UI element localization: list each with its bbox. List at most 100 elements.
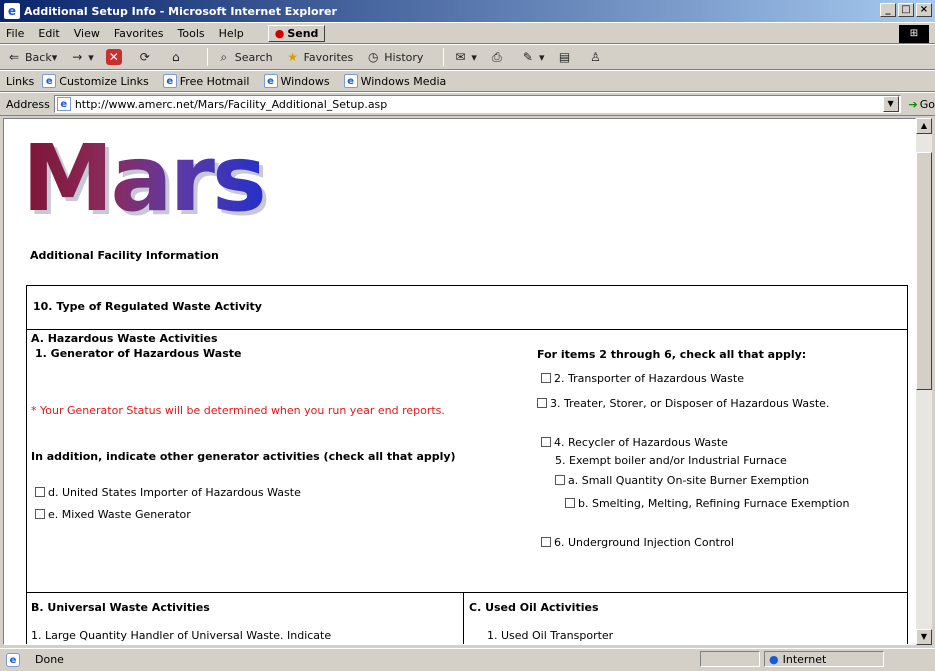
send-button[interactable]: ● Send [267, 24, 326, 42]
discuss-icon: ▤ [558, 50, 571, 64]
section-a-title: A. Hazardous Waste Activities [31, 332, 218, 345]
edit-button[interactable]: ✎ ▾ [520, 49, 545, 65]
status-panel [700, 651, 760, 667]
link-windows[interactable]: e Windows [263, 74, 330, 88]
forward-button[interactable]: → ▾ [69, 49, 94, 65]
status-page-icon: e [6, 652, 23, 667]
links-bar: Links e Customize Links e Free Hotmail e Wi… [0, 70, 935, 92]
address-url: http://www.amerc.net/Mars/Facility_Addit… [74, 97, 388, 111]
search-icon: ⌕ [220, 50, 228, 64]
history-button[interactable]: ◷ History [365, 49, 423, 65]
links-label: Links [6, 74, 35, 88]
home-button[interactable]: ⌂ [168, 49, 187, 65]
small-quantity-burner-checkbox[interactable] [555, 475, 565, 485]
address-label: Address [6, 97, 50, 111]
forward-arrow-icon: → [72, 50, 83, 64]
transporter-checkbox[interactable] [541, 373, 551, 383]
link-free-hotmail[interactable]: e Free Hotmail [162, 74, 250, 88]
print-icon: ⎙ [492, 50, 502, 64]
back-arrow-icon: ⇐ [8, 50, 20, 64]
importer-checkbox[interactable] [35, 487, 45, 497]
address-bar: Address e http://www.amerc.net/Mars/Faci… [0, 92, 935, 116]
mixed-waste-option[interactable]: e. Mixed Waste Generator [35, 508, 191, 521]
globe-icon: ● [769, 652, 779, 666]
link-customize-links[interactable]: e Customize Links [42, 74, 149, 88]
exempt-boiler-label: 5. Exempt boiler and/or Industrial Furna… [555, 454, 787, 467]
mars-logo: Mars [22, 125, 267, 232]
underground-injection-checkbox[interactable] [541, 537, 551, 547]
title-bar: e Additional Setup Info - Microsoft Inte… [0, 0, 935, 22]
column-divider [463, 593, 464, 644]
home-icon: ⌂ [171, 50, 180, 64]
favorites-icon: ★ [287, 50, 298, 64]
mixed-waste-checkbox[interactable] [35, 509, 45, 519]
smelting-checkbox[interactable] [565, 498, 575, 508]
generator-label: 1. Generator of Hazardous Waste [35, 347, 242, 360]
status-text: Done [35, 653, 64, 666]
tsd-checkbox[interactable] [537, 398, 547, 408]
ie-page-icon: e [42, 74, 57, 88]
favorites-button[interactable]: ★ Favorites [285, 49, 353, 65]
menu-help[interactable]: Help [219, 27, 244, 40]
section-b-title: B. Universal Waste Activities [31, 601, 210, 614]
section-a: A. Hazardous Waste Activities 1. Generat… [26, 329, 908, 593]
mail-button[interactable]: ✉ ▾ [452, 49, 477, 65]
close-button[interactable]: × [916, 3, 932, 17]
link-windows-media[interactable]: e Windows Media [343, 74, 446, 88]
menu-view[interactable]: View [74, 27, 100, 40]
security-zone: ● Internet [764, 651, 884, 667]
maximize-button[interactable]: □ [898, 3, 914, 17]
messenger-icon: ♙ [590, 50, 601, 64]
stop-icon: ✕ [105, 49, 122, 65]
smelting-option[interactable]: b. Smelting, Melting, Refining Furnace E… [537, 496, 897, 512]
generator-status-note: * Your Generator Status will be determin… [31, 404, 445, 417]
underground-injection-option[interactable]: 6. Underground Injection Control [541, 536, 734, 549]
address-dropdown-button[interactable]: ▼ [882, 96, 899, 112]
vertical-scrollbar[interactable]: ▲ ▼ [916, 118, 932, 645]
stop-button[interactable]: ✕ [105, 49, 125, 65]
mail-icon: ✉ [455, 50, 466, 64]
messenger-button[interactable]: ♙ [587, 49, 606, 65]
menu-edit[interactable]: Edit [38, 27, 59, 40]
search-button[interactable]: ⌕ Search [216, 49, 272, 65]
scroll-down-button[interactable]: ▼ [916, 629, 932, 645]
ie-page-icon: e [343, 74, 358, 88]
section-10-title: 10. Type of Regulated Waste Activity [33, 300, 262, 313]
refresh-button[interactable]: ⟳ [137, 49, 156, 65]
large-quantity-handler-label: 1. Large Quantity Handler of Universal W… [31, 629, 332, 642]
menu-file[interactable]: File [6, 27, 24, 40]
section-10-header: 10. Type of Regulated Waste Activity [26, 285, 908, 329]
menu-tools[interactable]: Tools [178, 27, 205, 40]
print-button[interactable]: ⎙ [489, 49, 508, 65]
ie-page-icon: e [162, 74, 177, 88]
standard-toolbar: ⇐ Back ▾ → ▾ ✕ ⟳ ⌂ ⌕ Search ★ Favorites ◷ Hi… [0, 44, 935, 70]
refresh-icon: ⟳ [139, 50, 150, 64]
importer-option[interactable]: d. United States Importer of Hazardous W… [35, 486, 301, 499]
scroll-up-button[interactable]: ▲ [916, 118, 932, 134]
go-arrow-icon: ➔ [908, 97, 918, 111]
scroll-thumb[interactable] [916, 152, 932, 390]
ie-page-icon: e [56, 97, 71, 111]
discuss-button[interactable]: ▤ [556, 49, 575, 65]
page-viewport: Mars Mars Additional Facility Informatio… [3, 118, 916, 645]
send-icon: ● [274, 26, 285, 40]
other-generator-activities-label: In addition, indicate other generator ac… [31, 450, 456, 463]
tsd-option[interactable]: 3. Treater, Storer, or Disposer of Hazar… [537, 396, 897, 412]
recycler-option[interactable]: 4. Recycler of Hazardous Waste [541, 436, 728, 449]
go-button[interactable]: ➔ Go [909, 98, 935, 111]
window-title: Additional Setup Info - Microsoft Intern… [24, 4, 337, 18]
menu-bar: File Edit View Favorites Tools Help ● Sen… [0, 22, 935, 44]
used-oil-transporter-label: 1. Used Oil Transporter [487, 629, 614, 642]
recycler-checkbox[interactable] [541, 437, 551, 447]
back-button[interactable]: ⇐ Back ▾ [6, 49, 57, 65]
page-subtitle: Additional Facility Information [30, 249, 219, 262]
status-bar: e Done ● Internet [0, 648, 935, 670]
items-2-6-header: For items 2 through 6, check all that ap… [537, 348, 807, 361]
menu-favorites[interactable]: Favorites [114, 27, 164, 40]
small-quantity-burner-option[interactable]: a. Small Quantity On-site Burner Exempti… [555, 474, 809, 487]
address-input[interactable]: e http://www.amerc.net/Mars/Facility_Add… [53, 95, 901, 113]
minimize-button[interactable]: _ [880, 3, 896, 17]
history-icon: ◷ [368, 50, 379, 64]
sections-b-c: B. Universal Waste Activities 1. Large Q… [26, 593, 908, 644]
transporter-option[interactable]: 2. Transporter of Hazardous Waste [541, 372, 744, 385]
